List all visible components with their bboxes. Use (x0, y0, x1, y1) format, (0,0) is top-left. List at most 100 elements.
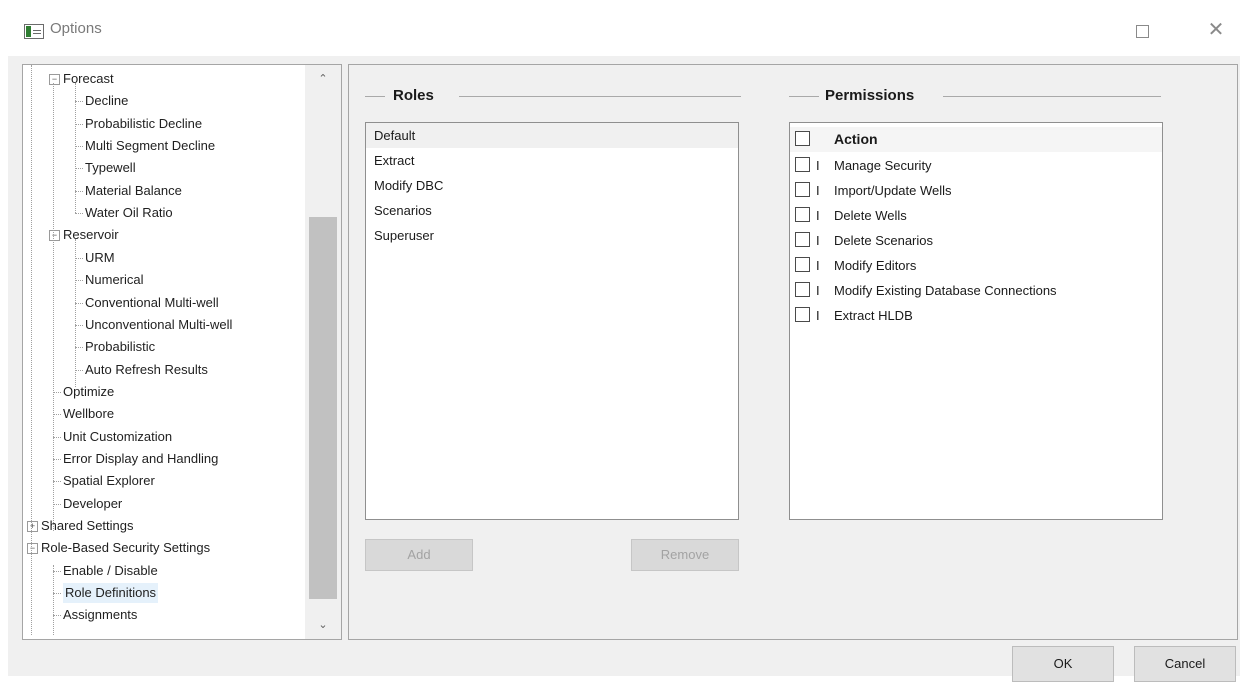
tree-item[interactable]: Material Balance (85, 181, 182, 201)
tree-guide-line (53, 83, 54, 531)
tree-connector (75, 369, 83, 371)
tree-guide-line (53, 565, 54, 635)
scroll-up-icon[interactable]: ⌃ (305, 69, 341, 89)
tree-item[interactable]: Multi Segment Decline (85, 136, 215, 156)
tree-item[interactable]: Forecast (63, 69, 114, 89)
close-button[interactable]: ✕ (1196, 14, 1236, 46)
tree-item[interactable]: Role-Based Security Settings (41, 538, 210, 558)
dialog-body: − Forecast Decline Probabilistic Decline Mul… (8, 56, 1240, 682)
tree-connector (75, 257, 83, 259)
tree-item[interactable]: URM (85, 248, 115, 268)
tree-connector (75, 146, 83, 148)
role-item[interactable]: Modify DBC (366, 173, 738, 198)
role-item[interactable]: Superuser (366, 223, 738, 248)
permission-label: Import/Update Wells (834, 183, 952, 198)
tree-item[interactable]: Developer (63, 494, 122, 514)
permission-code: I (816, 308, 820, 323)
tree-guide-line (75, 83, 76, 213)
tree-item[interactable]: Typewell (85, 158, 136, 178)
tree-item[interactable]: Reservoir (63, 225, 119, 245)
tree-item[interactable]: Probabilistic (85, 337, 155, 357)
permission-checkbox[interactable] (795, 232, 810, 247)
permission-label: Modify Editors (834, 258, 917, 273)
tree-connector (75, 213, 83, 215)
permission-code: I (816, 208, 820, 223)
tree-item[interactable]: Auto Refresh Results (85, 360, 208, 380)
role-definitions-panel: Roles Default Extract Modify DBC Scenarios S… (348, 64, 1238, 640)
tree-item[interactable]: Assignments (63, 605, 137, 625)
maximize-icon (1135, 24, 1149, 38)
tree-guide-line (31, 65, 32, 635)
tree-item[interactable]: Unit Customization (63, 427, 172, 447)
maximize-button[interactable] (1122, 14, 1162, 46)
permission-checkbox[interactable] (795, 282, 810, 297)
permission-row: I Delete Wells (790, 203, 1162, 228)
tree-connector (75, 123, 83, 125)
select-all-checkbox[interactable] (795, 131, 810, 146)
tree-item[interactable]: Unconventional Multi-well (85, 315, 232, 335)
tree-connector (53, 503, 61, 505)
title-bar: Options ✕ (0, 0, 1246, 56)
tree-expander-icon[interactable]: − (49, 74, 60, 85)
add-role-button[interactable]: Add (365, 539, 473, 571)
role-item[interactable]: Scenarios (366, 198, 738, 223)
permission-checkbox[interactable] (795, 182, 810, 197)
scroll-thumb[interactable] (309, 217, 337, 599)
tree-item[interactable]: Wellbore (63, 404, 114, 424)
permission-code: I (816, 158, 820, 173)
tree-expander-icon[interactable]: − (27, 543, 38, 555)
permission-code: I (816, 283, 820, 298)
permission-checkbox[interactable] (795, 207, 810, 222)
tree-item[interactable]: Error Display and Handling (63, 449, 218, 469)
tree-connector (75, 347, 83, 349)
tree-item[interactable]: Numerical (85, 270, 144, 290)
tree-item[interactable]: Optimize (63, 382, 114, 402)
tree-item[interactable]: Role Definitions (63, 583, 159, 604)
remove-role-button[interactable]: Remove (631, 539, 739, 571)
permission-row: I Extract HLDB (790, 303, 1162, 328)
tree-connector (53, 391, 61, 393)
scroll-down-icon[interactable]: ⌄ (305, 615, 341, 635)
permissions-group-title: Permissions (825, 87, 915, 104)
tree-scrollbar[interactable]: ⌃ ⌄ (305, 65, 341, 639)
tree-item[interactable]: Enable / Disable (63, 561, 158, 581)
tree-connector (53, 458, 61, 460)
close-icon: ✕ (1207, 19, 1225, 41)
options-tree[interactable]: − Forecast Decline Probabilistic Decline Mul… (22, 64, 342, 640)
tree-item[interactable]: Water Oil Ratio (85, 203, 173, 223)
role-item[interactable]: Default (366, 123, 738, 148)
ok-button[interactable]: OK (1012, 646, 1114, 682)
permission-code: I (816, 258, 820, 273)
permission-code: I (816, 183, 820, 198)
roles-list[interactable]: Default Extract Modify DBC Scenarios Superus… (365, 122, 739, 520)
tree-item[interactable]: Shared Settings (41, 516, 134, 536)
roles-group-title: Roles (393, 87, 434, 104)
tree-connector (53, 481, 61, 483)
tree-expander-icon[interactable]: − (49, 230, 60, 242)
permission-checkbox[interactable] (795, 307, 810, 322)
cancel-button[interactable]: Cancel (1134, 646, 1236, 682)
tree-item[interactable]: Decline (85, 91, 128, 111)
permission-checkbox[interactable] (795, 257, 810, 272)
permission-row: I Modify Existing Database Connections (790, 278, 1162, 303)
permission-label: Modify Existing Database Connections (834, 283, 1057, 298)
role-item[interactable]: Extract (366, 148, 738, 173)
app-icon (24, 24, 44, 39)
permission-row: I Import/Update Wells (790, 178, 1162, 203)
permission-label: Delete Scenarios (834, 233, 933, 248)
tree-connector (75, 101, 83, 103)
tree-item[interactable]: Spatial Explorer (63, 471, 155, 491)
tree-item[interactable]: Probabilistic Decline (85, 114, 202, 134)
permission-row: I Delete Scenarios (790, 228, 1162, 253)
permission-checkbox[interactable] (795, 157, 810, 172)
permission-label: Delete Wells (834, 208, 907, 223)
tree-connector (75, 324, 83, 326)
permission-label: Extract HLDB (834, 308, 913, 323)
tree-expander-icon[interactable]: + (27, 521, 38, 532)
tree-connector (53, 615, 61, 617)
tree-connector (53, 593, 61, 595)
permission-row: I Manage Security (790, 153, 1162, 178)
permission-code: I (816, 233, 820, 248)
tree-item[interactable]: Conventional Multi-well (85, 293, 219, 313)
tree-connector (75, 280, 83, 282)
